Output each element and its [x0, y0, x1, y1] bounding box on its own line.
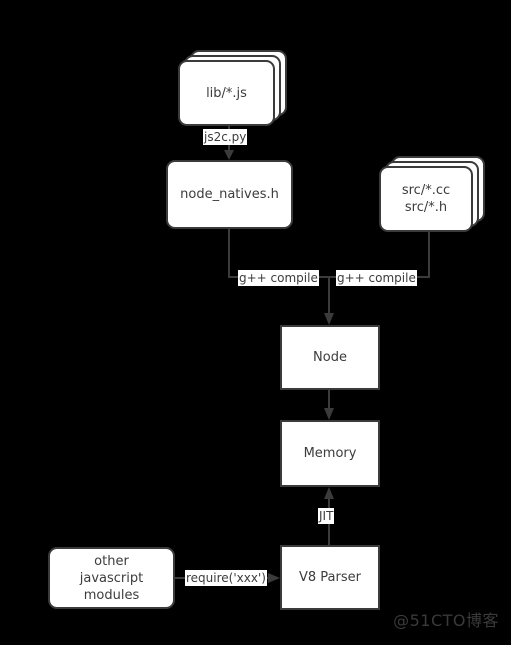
edge-label-gpp-compile-left: g++ compile [238, 270, 319, 286]
node-src-files-label: src/*.cc src/*.h [401, 183, 451, 215]
edge-label-jit: JIT [318, 508, 335, 524]
node-memory-label: Memory [303, 446, 357, 461]
edge-label-gpp-compile-right: g++ compile [336, 270, 417, 286]
edge-junction-to-node [324, 277, 334, 325]
node-other-javascript-modules-label: other javascript modules [79, 553, 144, 603]
node-lib-js[interactable]: lib/*.js [178, 60, 275, 126]
node-v8-parser[interactable]: V8 Parser [280, 545, 380, 610]
watermark: @51CTO博客 [393, 611, 499, 630]
edge-label-require: require('xxx') [185, 570, 267, 586]
node-node-label: Node [313, 350, 347, 365]
node-node-natives-h-label: node_natives.h [180, 187, 279, 202]
node-other-javascript-modules[interactable]: other javascript modules [48, 547, 175, 609]
node-lib-js-label: lib/*.js [206, 85, 247, 101]
node-node-natives-h[interactable]: node_natives.h [166, 160, 293, 229]
diagram-canvas: lib/*.js node_natives.h src/*.cc src/*.h… [0, 0, 511, 645]
node-src-files[interactable]: src/*.cc src/*.h [379, 166, 473, 232]
edge-node-to-memory [324, 390, 334, 420]
node-v8-parser-label: V8 Parser [299, 570, 361, 585]
node-node[interactable]: Node [280, 325, 380, 390]
node-memory[interactable]: Memory [280, 420, 380, 487]
edge-label-js2c: js2c.py [203, 129, 248, 145]
